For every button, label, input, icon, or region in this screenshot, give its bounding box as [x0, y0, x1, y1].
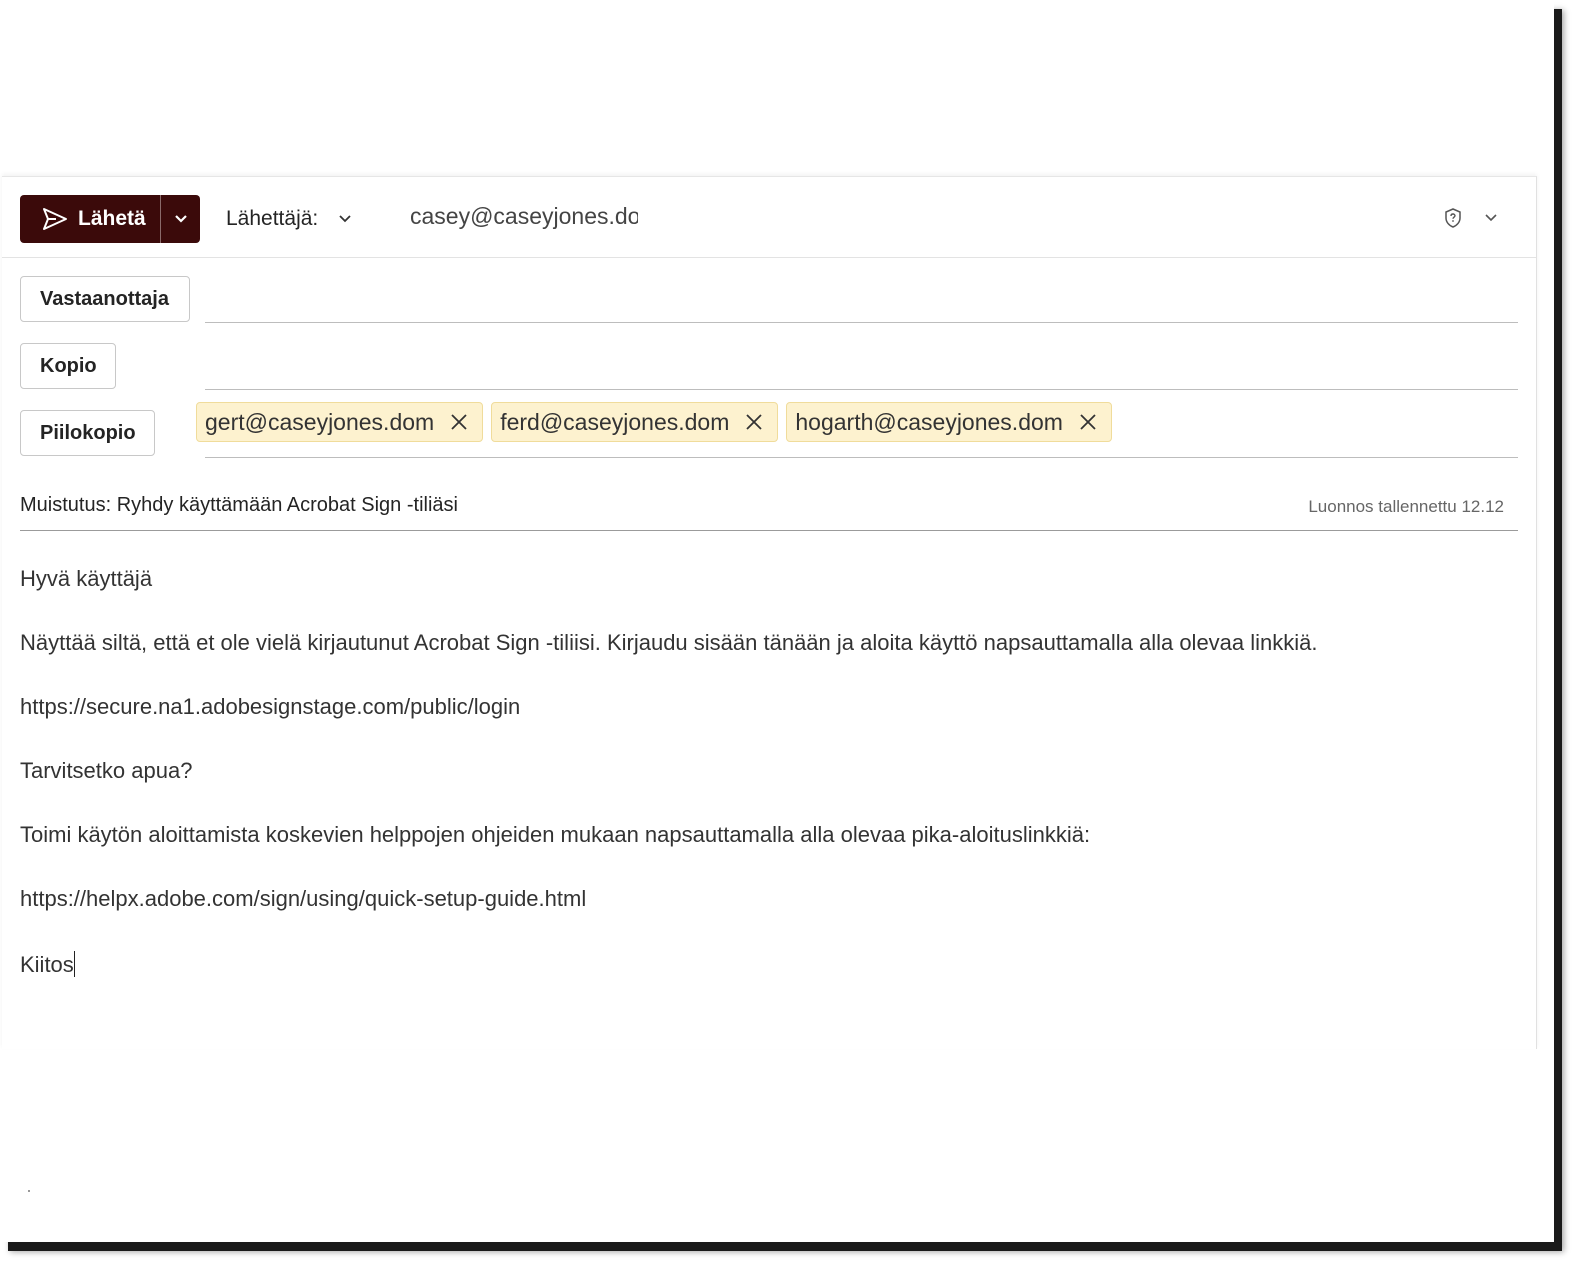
- to-input[interactable]: [205, 280, 1518, 320]
- body-paragraph: Toimi käytön aloittamista koskevien help…: [20, 822, 1091, 847]
- from-label: Lähettäjä:: [226, 207, 319, 230]
- compose-toolbar: Lähetä Lähettäjä: casey@caseyjones.dom: [2, 177, 1536, 258]
- send-options-dropdown[interactable]: [161, 195, 200, 243]
- chevron-down-icon[interactable]: [1484, 213, 1498, 223]
- toolbar-right: [1442, 207, 1498, 229]
- chip-address: hogarth@caseyjones.dom: [795, 408, 1063, 435]
- message-body[interactable]: Hyvä käyttäjä Näyttää siltä, että et ole…: [20, 567, 1510, 1017]
- send-icon: [42, 207, 68, 231]
- send-button-group: Lähetä: [20, 195, 200, 243]
- bcc-button[interactable]: Piilokopio: [20, 410, 155, 456]
- to-underline: [205, 322, 1518, 323]
- window-frame: Lähetä Lähettäjä: casey@caseyjones.dom V…: [0, 0, 1554, 1242]
- to-row: Vastaanottaja: [2, 276, 1536, 326]
- bcc-underline: [205, 457, 1518, 458]
- chip-address: ferd@caseyjones.dom: [500, 408, 730, 435]
- from-selector[interactable]: Lähettäjä:: [226, 207, 352, 231]
- cc-button[interactable]: Kopio: [20, 343, 116, 389]
- body-link-login[interactable]: https://secure.na1.adobesignstage.com/pu…: [20, 695, 1510, 719]
- compose-pane: Lähetä Lähettäjä: casey@caseyjones.dom V…: [2, 176, 1537, 1049]
- body-signoff: Kiitos: [20, 952, 74, 977]
- close-icon[interactable]: [450, 413, 468, 431]
- to-button[interactable]: Vastaanottaja: [20, 276, 190, 322]
- send-label: Lähetä: [78, 207, 146, 230]
- text-caret: [73, 951, 75, 977]
- chevron-down-icon: [174, 214, 188, 224]
- recipient-chip[interactable]: gert@caseyjones.dom: [196, 402, 484, 442]
- close-icon[interactable]: [1079, 413, 1097, 431]
- draft-status: Luonnos tallennettu 12.12: [1308, 497, 1504, 516]
- cc-underline: [205, 389, 1518, 390]
- subject-input[interactable]: Muistutus: Ryhdy käyttämään Acrobat Sign…: [20, 494, 458, 517]
- body-greeting: Hyvä käyttäjä: [20, 566, 153, 591]
- chip-address: gert@caseyjones.dom: [205, 408, 435, 435]
- bcc-chip-list: gert@caseyjones.dom ferd@caseyjones.dom …: [196, 402, 1112, 442]
- stray-dot: [28, 1190, 30, 1192]
- body-help-question: Tarvitsetko apua?: [20, 758, 193, 783]
- body-paragraph: Näyttää siltä, että et ole vielä kirjaut…: [20, 630, 1318, 655]
- recipient-chip[interactable]: ferd@caseyjones.dom: [491, 402, 779, 442]
- subject-row[interactable]: Muistutus: Ryhdy käyttämään Acrobat Sign…: [20, 492, 1518, 531]
- body-signoff-line: Kiitos: [20, 951, 1510, 977]
- chevron-down-icon: [338, 214, 352, 224]
- cc-row: Kopio: [2, 343, 1536, 393]
- cc-input[interactable]: [205, 347, 1518, 387]
- shield-question-icon[interactable]: [1442, 207, 1464, 229]
- from-address: casey@caseyjones.dom: [410, 203, 638, 229]
- body-link-guide[interactable]: https://helpx.adobe.com/sign/using/quick…: [20, 887, 1510, 911]
- bcc-row: Piilokopio gert@caseyjones.dom ferd@case…: [2, 402, 1536, 460]
- send-button[interactable]: Lähetä: [20, 195, 160, 243]
- recipient-chip[interactable]: hogarth@caseyjones.dom: [786, 402, 1112, 442]
- close-icon[interactable]: [745, 413, 763, 431]
